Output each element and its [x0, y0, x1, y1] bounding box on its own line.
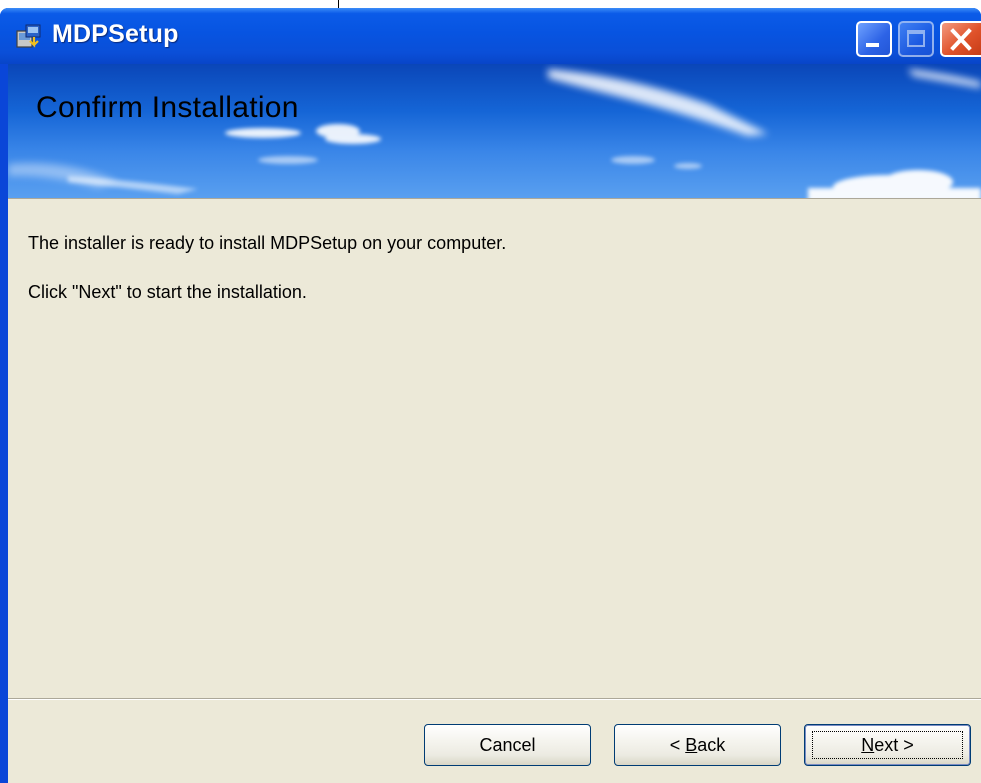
ready-message: The installer is ready to install MDPSet…: [28, 233, 507, 253]
header-banner: Confirm Installation: [8, 64, 981, 199]
cancel-button-label: Cancel: [479, 734, 536, 755]
back-button[interactable]: < Back: [614, 724, 781, 766]
cancel-button[interactable]: Cancel: [424, 724, 591, 766]
sky-clouds-background: [8, 69, 981, 199]
back-button-label: < Back: [669, 734, 726, 755]
next-button[interactable]: Next >: [804, 724, 971, 766]
window-title: MDPSetup: [52, 20, 179, 48]
minimize-icon: [866, 43, 879, 47]
close-icon: [950, 28, 972, 51]
installer-window: MDPSetup Confirm Installation The instal…: [0, 8, 981, 783]
minimize-button[interactable]: [856, 21, 892, 57]
banner-divider: [8, 198, 981, 199]
desktop-strip: [0, 0, 981, 8]
installer-package-icon: [16, 24, 41, 48]
page-title: Confirm Installation: [36, 91, 299, 124]
footer-divider: [8, 698, 981, 700]
title-bar[interactable]: MDPSetup: [0, 8, 981, 64]
instruction-message: Click "Next" to start the installation.: [28, 282, 307, 302]
next-button-label: Next >: [861, 734, 914, 755]
close-button[interactable]: [940, 21, 981, 57]
maximize-icon: [907, 30, 925, 47]
maximize-button: [898, 21, 934, 57]
dialog-client-area: Confirm Installation The installer is re…: [8, 64, 981, 783]
